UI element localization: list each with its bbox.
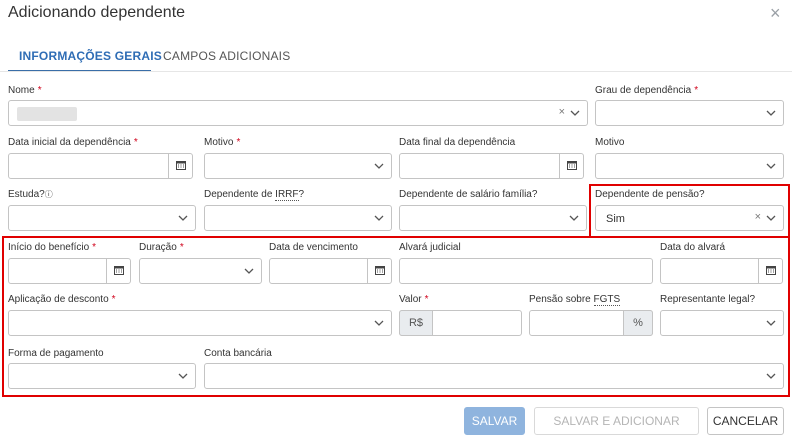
motivo-final-select[interactable] (595, 153, 784, 179)
dependente-irrf-label: Dependente de IRRF? (204, 189, 305, 201)
required-marker: * (133, 137, 138, 148)
forma-pagamento-select[interactable] (8, 363, 196, 389)
dependente-salario-label: Dependente de salário família? (399, 189, 538, 200)
dependente-irrf-select[interactable] (204, 205, 392, 231)
aplicacao-desconto-select[interactable] (8, 310, 392, 336)
forma-pagamento-label: Forma de pagamento (8, 348, 104, 359)
valor-input[interactable]: R$ (399, 310, 522, 336)
grau-select[interactable] (595, 100, 784, 126)
tab-bar: INFORMAÇÕES GERAIS CAMPOS ADICIONAIS (0, 40, 792, 72)
required-marker: * (111, 294, 116, 305)
required-marker: * (424, 294, 429, 305)
inicio-beneficio-label: Início do benefício * (8, 242, 97, 253)
grau-label: Grau de dependência * (595, 85, 699, 96)
aplicacao-desconto-label: Aplicação de desconto * (8, 294, 116, 305)
calendar-icon (114, 266, 124, 275)
clear-icon[interactable]: × (559, 106, 565, 118)
calendar-button[interactable] (106, 258, 130, 284)
conta-bancaria-label: Conta bancária (204, 348, 272, 359)
chevron-down-icon (569, 215, 579, 221)
tab-informacoes-gerais[interactable]: INFORMAÇÕES GERAIS (19, 49, 162, 63)
chevron-down-icon (766, 215, 776, 221)
dependente-pensao-label: Dependente de pensão? (595, 189, 705, 200)
calendar-button[interactable] (367, 258, 391, 284)
chevron-down-icon (178, 215, 188, 221)
dependente-salario-select[interactable] (399, 205, 587, 231)
data-final-label: Data final da dependência (399, 137, 516, 148)
chevron-down-icon (766, 320, 776, 326)
chevron-down-icon (244, 268, 254, 274)
chevron-down-icon (374, 163, 384, 169)
pensao-fgts-input[interactable]: % (529, 310, 653, 336)
alvara-label: Alvará judicial (399, 242, 461, 253)
dialog-title: Adicionando dependente (8, 4, 186, 21)
calendar-button[interactable] (168, 153, 192, 179)
conta-bancaria-select[interactable] (204, 363, 784, 389)
tab-campos-adicionais[interactable]: CAMPOS ADICIONAIS (163, 49, 290, 63)
calendar-icon (375, 266, 385, 275)
motivo-final-label: Motivo (595, 137, 625, 148)
calendar-icon (567, 161, 577, 170)
calendar-icon (176, 161, 186, 170)
chevron-down-icon (178, 373, 188, 379)
required-marker: * (92, 242, 97, 253)
chevron-down-icon (374, 215, 384, 221)
cancel-button[interactable]: CANCELAR (707, 407, 784, 435)
dependente-pensao-value: Sim (606, 213, 625, 225)
calendar-button[interactable] (758, 258, 782, 284)
data-inicial-input[interactable] (8, 153, 193, 179)
chevron-down-icon (766, 163, 776, 169)
nome-value-redacted (17, 107, 77, 121)
alvara-input[interactable] (399, 258, 653, 284)
motivo-label: Motivo * (204, 137, 241, 148)
chevron-down-icon (766, 373, 776, 379)
motivo-select[interactable] (204, 153, 392, 179)
clear-icon[interactable]: × (755, 211, 761, 223)
data-vencimento-label: Data de vencimento (269, 242, 358, 253)
info-icon[interactable]: ⓘ (45, 190, 53, 199)
duracao-select[interactable] (139, 258, 262, 284)
data-inicial-label: Data inicial da dependência * (8, 137, 138, 148)
representante-legal-label: Representante legal? (660, 294, 756, 305)
duracao-label: Duração * (139, 242, 184, 253)
chevron-down-icon (570, 110, 580, 116)
dependente-pensao-select[interactable]: Sim × (595, 205, 784, 231)
save-button[interactable]: SALVAR (464, 407, 525, 435)
required-marker: * (236, 137, 241, 148)
representante-legal-select[interactable] (660, 310, 784, 336)
tabs-divider (0, 71, 792, 72)
chevron-down-icon (766, 110, 776, 116)
inicio-beneficio-input[interactable] (8, 258, 131, 284)
estuda-select[interactable] (8, 205, 196, 231)
data-final-input[interactable] (399, 153, 584, 179)
data-alvara-label: Data do alvará (660, 242, 726, 253)
currency-prefix: R$ (399, 310, 433, 336)
nome-label: Nome * (8, 85, 42, 96)
estuda-label: Estuda?ⓘ (8, 189, 53, 200)
calendar-icon (766, 266, 776, 275)
close-icon[interactable]: × (770, 4, 781, 22)
percent-suffix: % (623, 310, 653, 336)
nome-select[interactable]: × (8, 100, 588, 126)
save-and-add-new-button[interactable]: SALVAR E ADICIONAR NOVO (534, 407, 699, 435)
data-vencimento-input[interactable] (269, 258, 392, 284)
required-marker: * (37, 85, 42, 96)
required-marker: * (179, 242, 184, 253)
calendar-button[interactable] (559, 153, 583, 179)
required-marker: * (694, 85, 699, 96)
chevron-down-icon (374, 320, 384, 326)
valor-label: Valor * (399, 294, 429, 305)
data-alvara-input[interactable] (660, 258, 783, 284)
pensao-fgts-label: Pensão sobre FGTS (529, 294, 621, 306)
